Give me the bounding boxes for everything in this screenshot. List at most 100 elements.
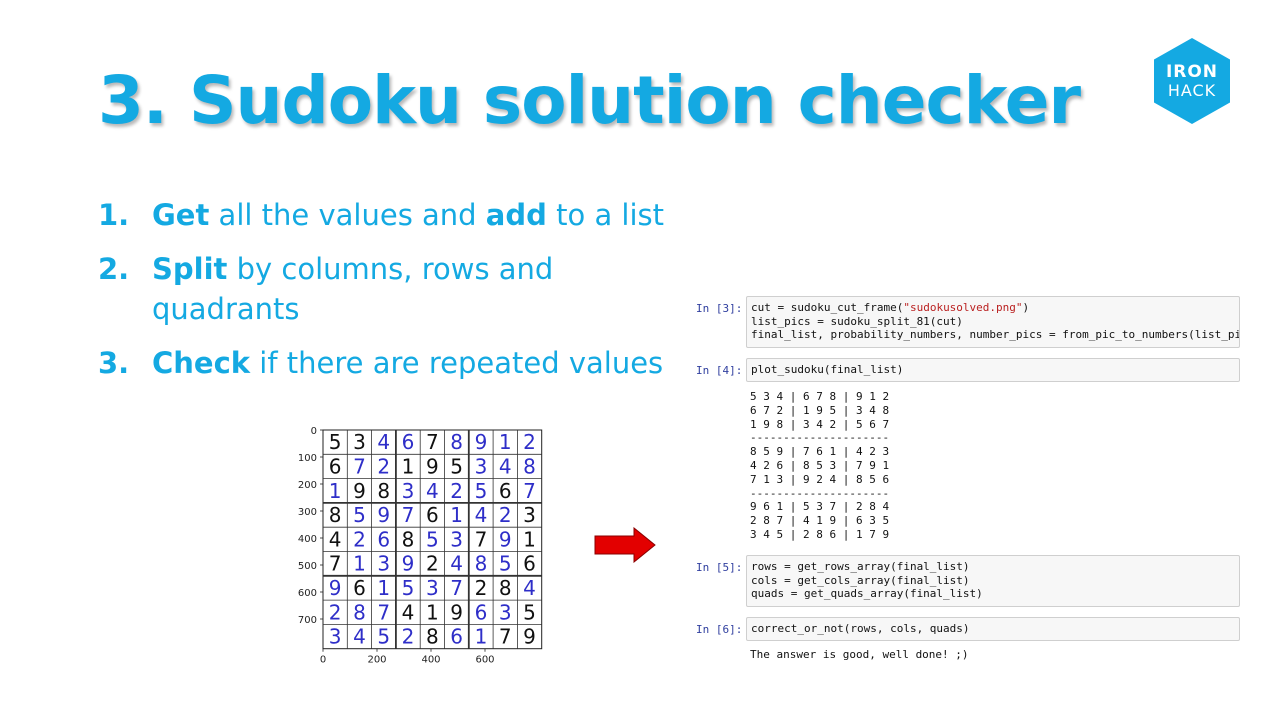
- output-line: 3 4 5 | 2 8 6 | 1 7 9: [750, 527, 890, 541]
- code-line: list_pics = sudoku_split_81(cut): [751, 315, 1235, 329]
- sudoku-digit: 8: [402, 527, 415, 551]
- sudoku-digit: 6: [329, 454, 342, 478]
- slide-title: 3. Sudoku solution checker: [98, 62, 1081, 139]
- sudoku-digit: 8: [329, 503, 342, 527]
- sudoku-digit: 5: [450, 454, 463, 478]
- x-tick-label: 0: [320, 655, 326, 666]
- sudoku-digit: 7: [450, 576, 463, 600]
- sudoku-digit: 7: [499, 625, 512, 649]
- sudoku-digit: 3: [475, 454, 488, 478]
- logo-text-line1: IRON: [1165, 62, 1219, 82]
- sudoku-digit: 8: [523, 454, 536, 478]
- y-tick-label: 100: [298, 453, 317, 464]
- sudoku-digit: 9: [329, 576, 342, 600]
- sudoku-digit: 5: [426, 527, 439, 551]
- sudoku-digit: 8: [499, 576, 512, 600]
- cell-output: The answer is good, well done! ;): [750, 648, 969, 662]
- code-text: ): [1022, 301, 1030, 314]
- code-cell[interactable]: plot_sudoku(final_list): [746, 358, 1240, 382]
- right-arrow-icon: [594, 526, 656, 568]
- step-item: 2. Split by columns, rows and quadrants: [98, 249, 678, 329]
- code-text: plot_sudoku(final_list): [751, 363, 904, 376]
- sudoku-digit: 9: [353, 479, 366, 503]
- cell-prompt: In [4]:: [696, 364, 743, 377]
- sudoku-digit: 3: [450, 527, 463, 551]
- code-text: list_pics = sudoku_split_81(cut): [751, 314, 963, 328]
- y-tick-label: 0: [311, 426, 317, 437]
- code-line: plot_sudoku(final_list): [751, 363, 1235, 377]
- output-line: 1 9 8 | 3 4 2 | 5 6 7: [750, 417, 890, 431]
- y-tick-label: 400: [298, 534, 317, 545]
- output-line: 5 3 4 | 6 7 8 | 9 1 2: [750, 390, 890, 403]
- sudoku-digit: 1: [450, 503, 463, 527]
- step-item: 1. Get all the values and add to a list: [98, 195, 678, 235]
- step-keyword: Check: [152, 346, 251, 380]
- output-line: The answer is good, well done! ;): [750, 648, 969, 661]
- y-tick-label: 700: [298, 615, 317, 626]
- sudoku-digit: 8: [377, 479, 390, 503]
- sudoku-digit: 5: [329, 430, 342, 454]
- output-line: 9 6 1 | 5 3 7 | 2 8 4: [750, 500, 890, 514]
- step-item: 3. Check if there are repeated values: [98, 343, 678, 383]
- step-keyword: add: [485, 198, 547, 232]
- code-text: final_list, probability_numbers, number_…: [751, 328, 1240, 341]
- sudoku-digit: 2: [450, 479, 463, 503]
- code-string: "sudokusolved.png": [903, 301, 1023, 314]
- sudoku-digit: 2: [499, 503, 512, 527]
- sudoku-digit: 3: [499, 600, 512, 624]
- sudoku-digit: 5: [353, 503, 366, 527]
- sudoku-digit: 4: [377, 430, 390, 454]
- sudoku-plot-svg: 5 3 4 6 7 8 9 1 26 7 2 1 9 5 3 4 81 9 8 3 4 2 5 6 78 5 9 7 6 1 4 2 34 2 6 8…: [298, 426, 543, 666]
- code-text: cols = get_cols_array(final_list): [751, 573, 970, 587]
- code-line: final_list, probability_numbers, number_…: [751, 328, 1239, 342]
- y-tick-label: 500: [298, 561, 317, 572]
- ironhack-logo: IRON HACK: [1152, 38, 1232, 124]
- sudoku-digit: 4: [475, 503, 488, 527]
- sudoku-digit: 5: [402, 576, 415, 600]
- sudoku-digit: 2: [377, 454, 390, 478]
- sudoku-digit: 6: [377, 527, 390, 551]
- step-number: 1.: [98, 198, 130, 232]
- sudoku-digit: 8: [353, 600, 366, 624]
- sudoku-digit: 6: [353, 576, 366, 600]
- sudoku-digit: 3: [329, 625, 342, 649]
- sudoku-digit: 1: [329, 479, 342, 503]
- sudoku-digit: 8: [450, 430, 463, 454]
- sudoku-digit: 2: [402, 625, 415, 649]
- sudoku-digit: 2: [353, 527, 366, 551]
- sudoku-digit: 4: [329, 527, 342, 551]
- cell-prompt: In [6]:: [696, 623, 743, 636]
- sudoku-digit: 3: [402, 479, 415, 503]
- output-line: 6 7 2 | 1 9 5 | 3 4 8: [750, 403, 890, 417]
- sudoku-digit: 1: [377, 576, 390, 600]
- output-line: 7 1 3 | 9 2 4 | 8 5 6: [750, 472, 890, 486]
- code-cell[interactable]: rows = get_rows_array(final_list) cols = …: [746, 555, 1240, 607]
- code-text: cut = sudoku_cut_frame(: [751, 301, 904, 314]
- x-tick-label: 400: [421, 655, 440, 666]
- cell-output: 5 3 4 | 6 7 8 | 9 1 26 7 2 | 1 9 5 | 3 4…: [750, 390, 889, 542]
- code-cell[interactable]: cut = sudoku_cut_frame("sudokusolved.png…: [746, 296, 1240, 348]
- sudoku-digit: 5: [475, 479, 488, 503]
- sudoku-digit: 4: [353, 625, 366, 649]
- code-text: quads = get_quads_array(final_list): [751, 587, 983, 600]
- sudoku-digit: 9: [426, 454, 439, 478]
- sudoku-digit: 7: [329, 552, 342, 576]
- step-keyword: Split: [152, 252, 228, 286]
- logo-text-line2: HACK: [1167, 81, 1217, 100]
- code-text: rows = get_rows_array(final_list): [751, 560, 970, 573]
- code-line: quads = get_quads_array(final_list): [751, 587, 1235, 601]
- code-line: rows = get_rows_array(final_list): [751, 560, 1235, 574]
- output-line: ---------------------: [750, 486, 890, 500]
- step-number: 3.: [98, 346, 130, 380]
- sudoku-digit: 7: [377, 600, 390, 624]
- code-text: correct_or_not(rows, cols, quads): [751, 622, 970, 635]
- sudoku-digit: 5: [499, 552, 512, 576]
- sudoku-digit: 1: [523, 527, 536, 551]
- sudoku-digit: 9: [402, 552, 415, 576]
- sudoku-digit: 5: [523, 600, 536, 624]
- sudoku-digit: 7: [353, 454, 366, 478]
- y-tick-label: 600: [298, 588, 317, 599]
- sudoku-digit: 6: [450, 625, 463, 649]
- sudoku-digit: 4: [450, 552, 463, 576]
- code-cell[interactable]: correct_or_not(rows, cols, quads): [746, 617, 1240, 641]
